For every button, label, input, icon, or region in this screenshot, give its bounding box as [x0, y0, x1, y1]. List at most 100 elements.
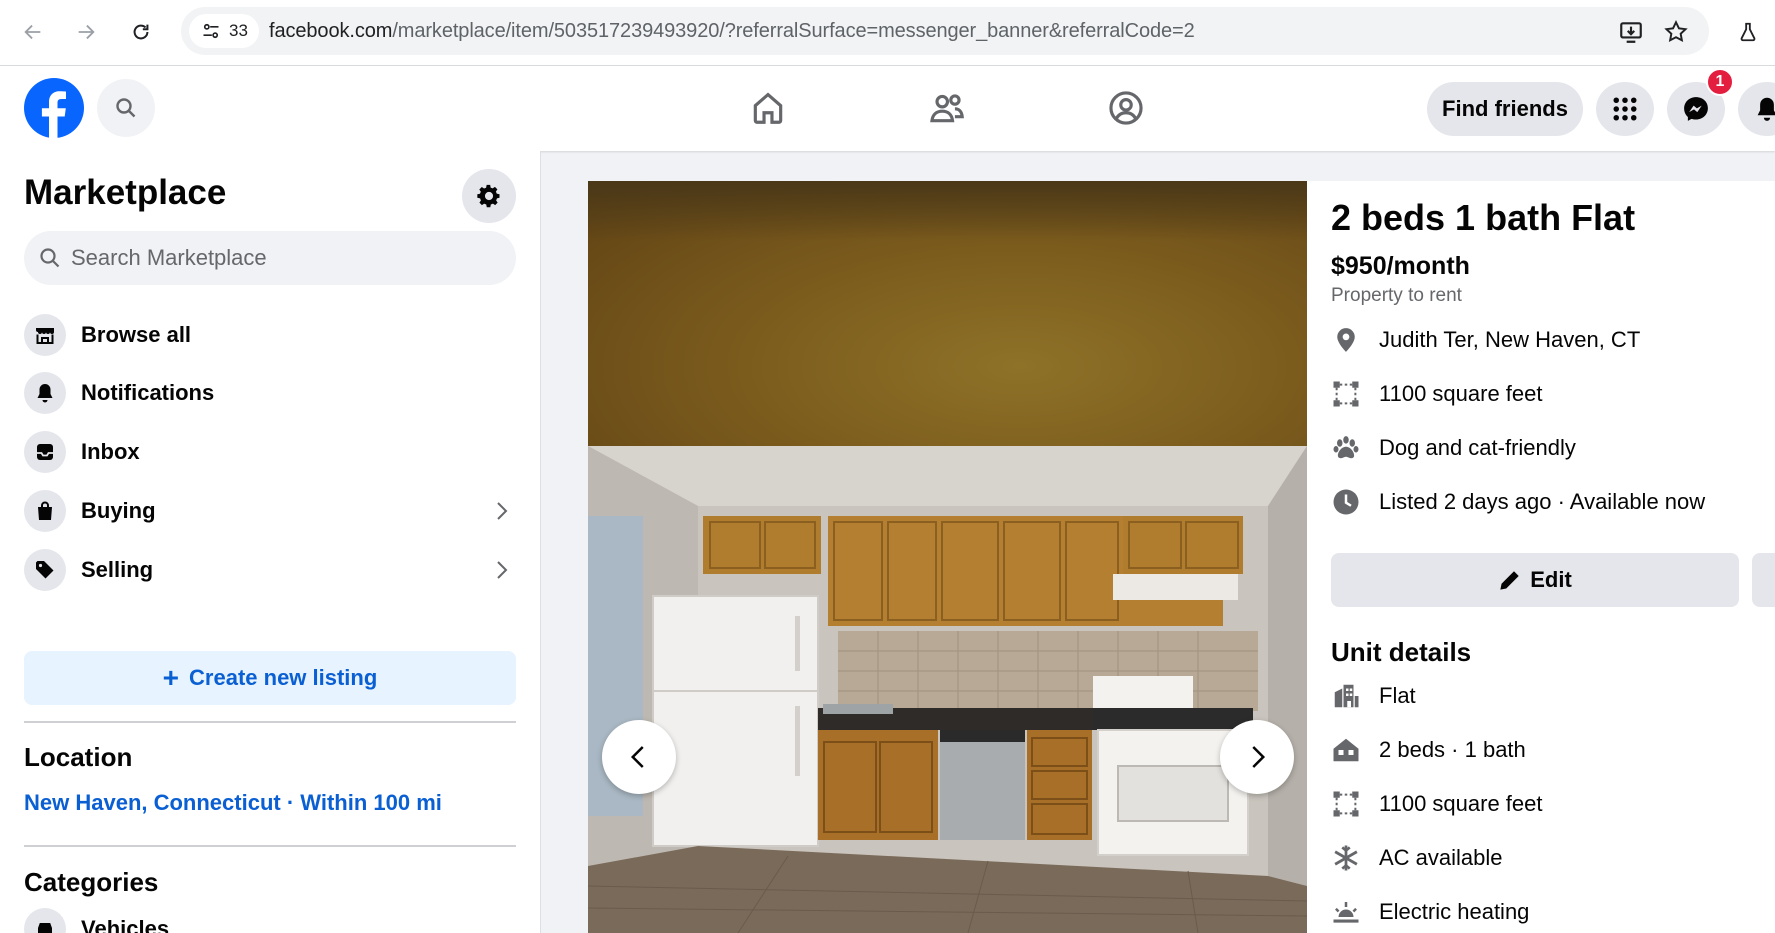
home-icon	[753, 92, 783, 124]
sidebar-item-buying[interactable]: Buying	[24, 483, 516, 539]
site-info-button[interactable]: 33	[189, 14, 259, 48]
messenger-badge: 1	[1706, 68, 1734, 96]
shopping-bag-icon	[24, 490, 66, 532]
find-friends-button[interactable]: Find friends	[1427, 82, 1583, 136]
labs-button[interactable]	[1729, 13, 1767, 51]
messenger-icon	[1684, 97, 1708, 121]
facebook-search-button[interactable]	[97, 79, 155, 137]
listing-price: $950/month	[1331, 252, 1470, 280]
gear-icon	[477, 184, 500, 208]
sidebar-item-inbox[interactable]: Inbox	[24, 424, 516, 480]
fact-pets: Dog and cat-friendly	[1331, 431, 1576, 465]
arrow-right-icon	[78, 24, 95, 40]
previous-photo-button[interactable]	[602, 720, 676, 794]
url-path: /marketplace/item/503517239493920/?refer…	[392, 20, 1195, 42]
chevron-left-icon	[630, 746, 644, 768]
next-photo-button[interactable]	[1220, 720, 1294, 794]
edit-label: Edit	[1530, 567, 1572, 592]
sidebar-item-label: Selling	[81, 557, 154, 582]
house-icon	[1331, 735, 1361, 765]
browser-toolbar: 33 facebook.com/marketplace/item/5035172…	[0, 0, 1775, 66]
unit-detail-rooms: 2 beds · 1 bath	[1331, 733, 1526, 767]
reload-icon	[133, 24, 149, 40]
tune-icon	[203, 23, 219, 39]
fact-text: Listed 2 days ago · Available now	[1379, 489, 1706, 514]
location-heading: Location	[24, 742, 133, 772]
chevron-right-icon	[497, 502, 508, 520]
fact-location[interactable]: Judith Ter, New Haven, CT	[1331, 323, 1640, 357]
unit-detail-text: Electric heating	[1379, 899, 1530, 924]
reload-button[interactable]	[122, 13, 160, 51]
sidebar-item-notifications[interactable]: Notifications	[24, 365, 516, 421]
install-app-icon[interactable]	[1618, 19, 1644, 45]
marketplace-search-input[interactable]	[71, 245, 491, 271]
pencil-icon	[1500, 571, 1519, 590]
address-bar[interactable]: 33 facebook.com/marketplace/item/5035172…	[181, 7, 1709, 55]
inbox-icon	[24, 431, 66, 473]
notifications-button[interactable]	[1738, 82, 1775, 136]
fact-square-feet: 1100 square feet	[1331, 377, 1543, 411]
fact-text: 1100 square feet	[1379, 381, 1543, 406]
sidebar-item-label: Notifications	[81, 380, 215, 405]
bell-icon	[24, 372, 66, 414]
fact-listed-time: Listed 2 days ago · Available now	[1331, 485, 1705, 519]
sidebar-divider	[24, 721, 516, 723]
sidebar-item-label: Buying	[81, 498, 156, 523]
flask-icon	[1740, 22, 1756, 42]
listing-photo-viewer[interactable]	[588, 181, 1307, 933]
more-options-button[interactable]	[1752, 553, 1775, 607]
unit-detail-ac: AC available	[1331, 841, 1503, 875]
listing-details-panel: 2 beds 1 bath Flat $950/month Property t…	[1307, 181, 1775, 933]
category-label: Vehicles	[81, 916, 170, 933]
search-icon	[40, 248, 60, 268]
arrow-left-icon	[24, 24, 41, 40]
nav-friends[interactable]	[925, 86, 969, 130]
unit-detail-text: AC available	[1379, 845, 1503, 870]
photo-blurred-backdrop	[588, 181, 1307, 446]
sidebar-title: Marketplace	[24, 173, 227, 212]
listing-photo	[588, 446, 1307, 933]
chevron-right-icon	[1252, 746, 1266, 768]
grid-menu-icon	[1613, 97, 1637, 121]
sidebar-item-selling[interactable]: Selling	[24, 542, 516, 598]
forward-button[interactable]	[67, 13, 105, 51]
building-icon	[1331, 681, 1361, 711]
plus-icon: +	[162, 662, 180, 693]
marketplace-sidebar: Marketplace Browse all Notifications Inb…	[0, 151, 541, 933]
bookmark-star-icon[interactable]	[1663, 19, 1689, 45]
sidebar-item-browse-all[interactable]: Browse all	[24, 307, 516, 363]
clock-icon	[1331, 487, 1361, 517]
paw-icon	[1331, 433, 1361, 463]
unit-details-heading: Unit details	[1331, 637, 1472, 667]
menu-button[interactable]	[1596, 82, 1654, 136]
fact-text: Dog and cat-friendly	[1379, 435, 1576, 460]
unit-detail-size: 1100 square feet	[1331, 787, 1543, 821]
square-footage-icon	[1331, 379, 1361, 409]
sidebar-item-label: Browse all	[81, 322, 192, 347]
facebook-logo-icon[interactable]	[24, 78, 84, 138]
search-icon	[116, 98, 136, 118]
unit-detail-heating: Electric heating	[1331, 895, 1529, 929]
car-icon	[24, 908, 66, 933]
nav-profile[interactable]	[1104, 86, 1148, 130]
marketplace-search[interactable]	[24, 231, 516, 285]
listing-subtitle: Property to rent	[1331, 285, 1462, 306]
edit-listing-button[interactable]: Edit	[1331, 553, 1739, 607]
back-button[interactable]	[14, 13, 52, 51]
friends-icon	[930, 94, 964, 123]
fact-text: Judith Ter, New Haven, CT	[1379, 327, 1641, 352]
location-pin-icon	[1331, 325, 1361, 355]
url-text[interactable]: facebook.com/marketplace/item/5035172394…	[269, 20, 1195, 43]
category-item-vehicles[interactable]: Vehicles	[24, 908, 169, 933]
marketplace-settings-button[interactable]	[462, 169, 516, 223]
bell-icon	[1757, 97, 1775, 121]
sidebar-item-label: Inbox	[81, 439, 140, 464]
storefront-icon	[24, 314, 66, 356]
sidebar-divider	[24, 845, 516, 847]
unit-detail-text: Flat	[1379, 683, 1416, 708]
tag-icon	[24, 549, 66, 591]
location-link[interactable]: New Haven, Connecticut · Within 100 mi	[24, 790, 442, 816]
create-new-listing-button[interactable]: + Create new listing	[24, 651, 516, 705]
square-footage-icon	[1331, 789, 1361, 819]
nav-home[interactable]	[746, 86, 790, 130]
